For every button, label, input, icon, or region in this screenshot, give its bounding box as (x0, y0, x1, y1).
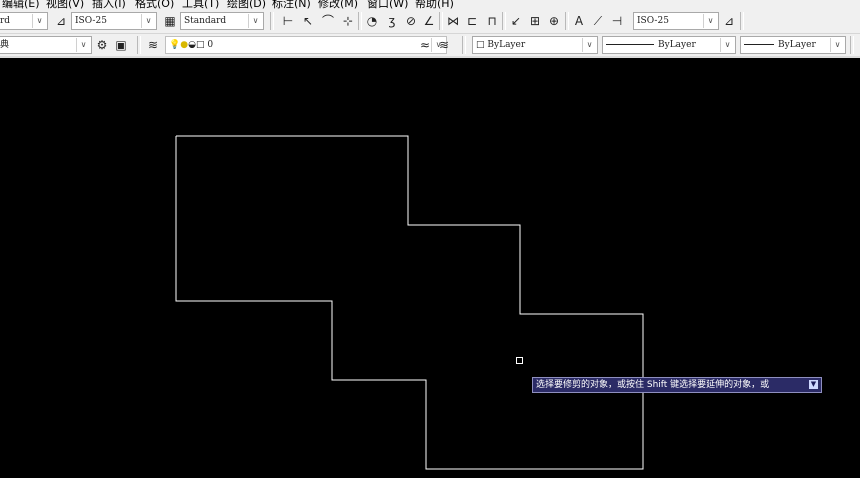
dim-edit-icon[interactable]: A (571, 13, 587, 29)
workspace-select[interactable]: 典 ∨ (0, 36, 92, 54)
chevron-down-icon[interactable]: ∨ (32, 14, 46, 28)
toolbar-separator (850, 36, 854, 54)
sun-icon[interactable]: ● (180, 40, 188, 50)
lineweight-preview (744, 44, 774, 45)
mleader-style-select[interactable]: ISO-25 ∨ (633, 12, 719, 30)
chevron-down-icon[interactable]: ∨ (248, 14, 262, 28)
toolbar-separator (462, 36, 466, 54)
trim-prompt-text: 选择要修剪的对象，或按住 Shift 键选择要延伸的对象，或 (536, 380, 770, 390)
menu-view[interactable]: 视图(V) (46, 0, 84, 9)
linetype-select[interactable]: ByLayer ∨ (602, 36, 736, 54)
linear-dim-icon[interactable]: ⊢ (280, 13, 296, 29)
menu-format[interactable]: 格式(O) (135, 0, 174, 9)
dim-style-select[interactable]: ISO-25 ∨ (71, 12, 157, 30)
chevron-down-icon[interactable]: ∨ (76, 38, 90, 52)
tolerance-icon[interactable]: ⊞ (527, 13, 543, 29)
center-mark-icon[interactable]: ⊕ (546, 13, 562, 29)
arc-length-icon[interactable]: ⌒ (320, 13, 336, 29)
color-select[interactable]: □ ByLayer ∨ (472, 36, 598, 54)
toolbar-separator (439, 12, 443, 30)
menu-insert[interactable]: 插入(I) (92, 0, 126, 9)
dim-update-icon[interactable]: ⊣ (609, 13, 625, 29)
baseline-dim-icon[interactable]: ⊏ (464, 13, 480, 29)
arrow-down-icon[interactable]: ▼ (809, 380, 818, 389)
menu-edit[interactable]: 编辑(E) (2, 0, 40, 9)
lock-icon[interactable]: ◒ (188, 40, 196, 50)
chevron-down-icon[interactable]: ∨ (582, 38, 596, 52)
color-swatch-icon: □ (476, 40, 485, 50)
color-swatch-icon: □ (195, 40, 205, 50)
dynamic-input-tooltip: 选择要修剪的对象，或按住 Shift 键选择要延伸的对象，或 ▼ (532, 377, 822, 393)
make-current-layer-icon[interactable]: ≈ (417, 37, 433, 53)
dim-text-edit-icon[interactable]: ⟋ (590, 13, 606, 29)
aligned-dim-icon[interactable]: ↖ (300, 13, 316, 29)
drawing-outline-polyline[interactable] (175, 135, 644, 470)
toolbar-separator (565, 12, 569, 30)
menu-help[interactable]: 帮助(H) (415, 0, 454, 9)
diameter-dim-icon[interactable]: ⊘ (403, 13, 419, 29)
menu-dimension[interactable]: 标注(N) (272, 0, 311, 9)
toolbar-separator (502, 12, 506, 30)
text-style-select[interactable]: rd ∨ (0, 12, 48, 30)
lineweight-select[interactable]: ByLayer ∨ (740, 36, 846, 54)
toolbar-separator (137, 36, 141, 54)
table-style-icon[interactable]: ▦ (162, 13, 178, 29)
menu-draw[interactable]: 绘图(D) (227, 0, 266, 9)
workspace-settings-icon[interactable]: ⚙ (94, 37, 110, 53)
styles-dimension-toolbar: rd ∨ ⊿ ISO-25 ∨ ▦ Standard ∨ ⊢ ↖ ⌒ ⊹ ◔ ʒ ⊘ … (0, 9, 860, 34)
dim-style-icon[interactable]: ⊿ (53, 13, 69, 29)
drawing-canvas[interactable] (0, 58, 860, 478)
lightbulb-icon[interactable]: 💡 (169, 40, 180, 50)
table-style-select[interactable]: Standard ∨ (180, 12, 264, 30)
menu-window[interactable]: 窗口(W) (367, 0, 408, 9)
layers-properties-toolbar: 典 ∨ ⚙ ▣ ≋ 💡●◒□ 0 ∨ ≈ ≋ □ ByLayer ∨ ByLayer… (0, 34, 860, 57)
layer-previous-icon[interactable]: ≋ (436, 37, 452, 53)
menu-bar: 编辑(E) 视图(V) 插入(I) 格式(O) 工具(T) 绘图(D) 标注(N… (0, 0, 860, 9)
chevron-down-icon[interactable]: ∨ (830, 38, 844, 52)
ordinate-dim-icon[interactable]: ⊹ (340, 13, 356, 29)
toolbar-separator (270, 12, 274, 30)
toolbar-separator (740, 12, 744, 30)
menu-modify[interactable]: 修改(M) (318, 0, 358, 9)
customize-icon[interactable]: ▣ (113, 37, 129, 53)
layer-manager-icon[interactable]: ≋ (145, 37, 161, 53)
toolbar-separator (358, 12, 362, 30)
qleader-icon[interactable]: ↙ (508, 13, 524, 29)
chevron-down-icon[interactable]: ∨ (703, 14, 717, 28)
menu-tools[interactable]: 工具(T) (182, 0, 219, 9)
chevron-down-icon[interactable]: ∨ (720, 38, 734, 52)
chevron-down-icon[interactable]: ∨ (141, 14, 155, 28)
quick-dim-icon[interactable]: ⋈ (445, 13, 461, 29)
dim-style-manager-icon[interactable]: ⊿ (721, 13, 737, 29)
continue-dim-icon[interactable]: ⊓ (484, 13, 500, 29)
pickbox-cursor (516, 357, 523, 364)
radius-dim-icon[interactable]: ◔ (364, 13, 380, 29)
linetype-preview (606, 44, 654, 45)
angular-dim-icon[interactable]: ∠ (421, 13, 437, 29)
jogged-dim-icon[interactable]: ʒ (384, 13, 400, 29)
layer-select[interactable]: 💡●◒□ 0 ∨ (165, 36, 447, 54)
